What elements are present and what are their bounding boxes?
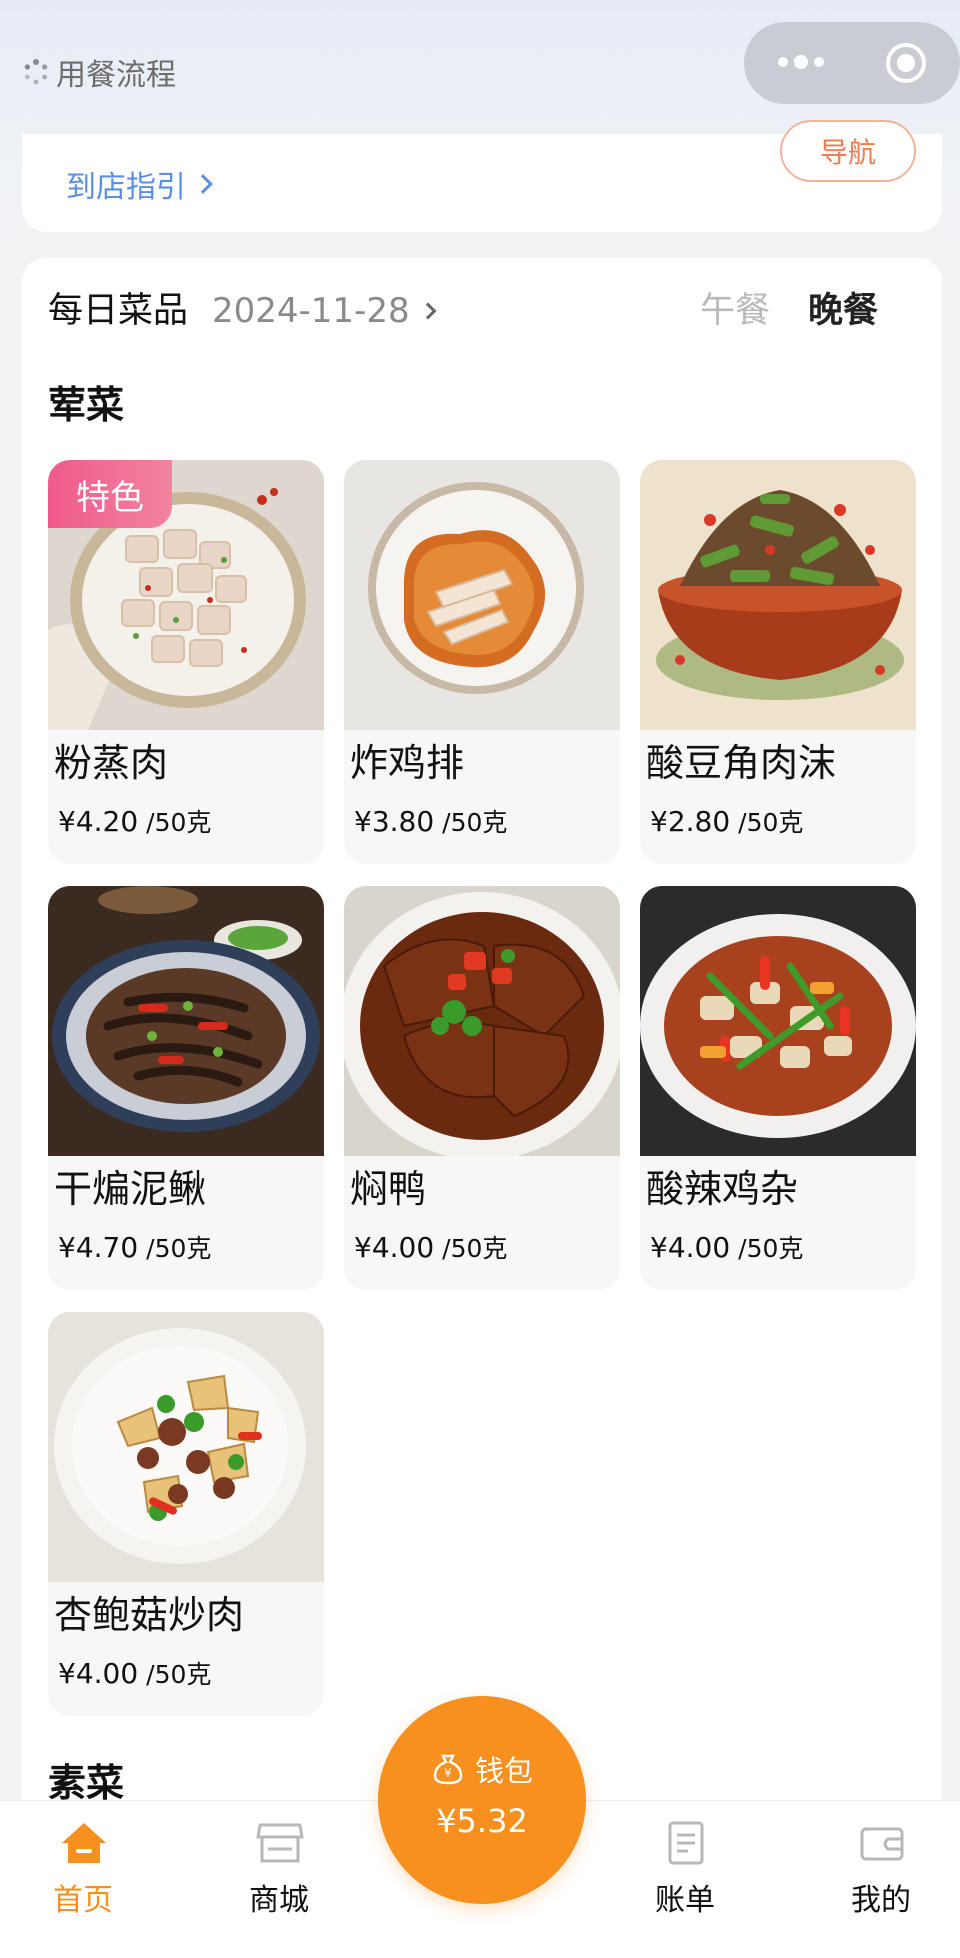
price-unit: /50克 bbox=[442, 808, 508, 837]
dish-image bbox=[640, 886, 916, 1156]
wallet-icon bbox=[856, 1817, 908, 1869]
dish-name: 酸辣鸡杂 bbox=[646, 1167, 799, 1211]
tab-lunch[interactable]: 午餐 bbox=[700, 286, 770, 336]
dish-card[interactable]: 干煸泥鳅 ¥4.70/50克 bbox=[48, 886, 324, 1290]
price-value: ¥2.80 bbox=[650, 805, 731, 838]
menu-date: 2024-11-28 bbox=[212, 291, 410, 331]
store-guide-label: 到店指引 bbox=[66, 170, 186, 205]
meal-tabs: 午餐 晚餐 bbox=[700, 286, 878, 336]
close-target-icon[interactable] bbox=[886, 43, 926, 83]
dish-image bbox=[344, 460, 620, 730]
dish-card[interactable]: 酸辣鸡杂 ¥4.00/50克 bbox=[640, 886, 916, 1290]
tab-dinner[interactable]: 晚餐 bbox=[808, 286, 878, 336]
spinner-icon bbox=[24, 59, 48, 85]
price-unit: /50克 bbox=[738, 1234, 804, 1263]
dish-price: ¥4.20/50克 bbox=[58, 802, 211, 843]
store-icon bbox=[254, 1817, 306, 1869]
date-picker[interactable]: 2024-11-28 bbox=[212, 286, 437, 336]
dish-price: ¥3.80/50克 bbox=[354, 802, 507, 843]
price-unit: /50克 bbox=[442, 1234, 508, 1263]
wallet-button[interactable]: ¥ 钱包 ¥5.32 bbox=[378, 1696, 586, 1904]
dish-name: 炸鸡排 bbox=[350, 741, 465, 785]
wallet-label: 钱包 bbox=[474, 1754, 533, 1788]
chevron-right-icon bbox=[193, 174, 213, 194]
menu-title: 每日菜品 bbox=[48, 291, 189, 331]
svg-text:¥: ¥ bbox=[444, 1766, 452, 1780]
price-unit: /50克 bbox=[146, 1234, 212, 1263]
money-bag-icon: ¥ bbox=[433, 1754, 463, 1785]
dish-price: ¥2.80/50克 bbox=[650, 802, 803, 843]
tab-bill-label: 账单 bbox=[655, 1883, 715, 1918]
page-title: 用餐流程 bbox=[56, 58, 176, 93]
price-unit: /50克 bbox=[146, 808, 212, 837]
dish-card[interactable]: 酸豆角肉沫 ¥2.80/50克 bbox=[640, 460, 916, 864]
tab-store-label: 商城 bbox=[249, 1883, 309, 1918]
price-value: ¥4.00 bbox=[354, 1231, 435, 1264]
price-value: ¥4.00 bbox=[650, 1231, 731, 1264]
dish-price: ¥4.70/50克 bbox=[58, 1228, 211, 1269]
dish-name: 干煸泥鳅 bbox=[54, 1167, 207, 1211]
menu-header: 每日菜品 2024-11-28 午餐 晚餐 bbox=[48, 286, 908, 336]
more-icon[interactable] bbox=[778, 55, 824, 69]
dish-image bbox=[48, 1312, 324, 1582]
miniprogram-capsule bbox=[744, 22, 960, 104]
wallet-label-row: ¥ 钱包 bbox=[378, 1748, 586, 1790]
price-value: ¥4.00 bbox=[58, 1657, 139, 1690]
dish-name: 酸豆角肉沫 bbox=[646, 741, 837, 785]
navigate-button[interactable]: 导航 bbox=[780, 120, 916, 182]
tab-store[interactable]: 商城 bbox=[214, 1801, 344, 1958]
tab-mine-label: 我的 bbox=[851, 1883, 911, 1918]
top-bar: 用餐流程 bbox=[0, 0, 960, 134]
dish-price: ¥4.00/50克 bbox=[650, 1228, 803, 1269]
dish-price: ¥4.00/50克 bbox=[58, 1654, 211, 1695]
price-unit: /50克 bbox=[738, 808, 804, 837]
tab-home-label: 首页 bbox=[53, 1883, 113, 1918]
price-value: ¥3.80 bbox=[354, 805, 435, 838]
dish-card[interactable]: 焖鸭 ¥4.00/50克 bbox=[344, 886, 620, 1290]
special-badge: 特色 bbox=[48, 460, 172, 528]
store-guide-link[interactable]: 到店指引 bbox=[66, 162, 213, 206]
dish-card[interactable]: 特色 粉蒸肉 ¥4.20/50克 bbox=[48, 460, 324, 864]
tab-mine[interactable]: 我的 bbox=[816, 1801, 946, 1958]
bill-icon bbox=[660, 1817, 712, 1869]
dish-image bbox=[48, 886, 324, 1156]
wallet-amount: ¥5.32 bbox=[436, 1802, 528, 1840]
dish-name: 粉蒸肉 bbox=[54, 741, 169, 785]
price-unit: /50克 bbox=[146, 1660, 212, 1689]
price-value: ¥4.20 bbox=[58, 805, 139, 838]
dish-card[interactable]: 杏鲍菇炒肉 ¥4.00/50克 bbox=[48, 1312, 324, 1716]
dish-image bbox=[344, 886, 620, 1156]
dining-process-link[interactable]: 用餐流程 bbox=[22, 50, 176, 94]
tab-bill[interactable]: 账单 bbox=[620, 1801, 750, 1958]
dish-image bbox=[640, 460, 916, 730]
home-icon bbox=[58, 1817, 110, 1869]
dish-card[interactable]: 炸鸡排 ¥3.80/50克 bbox=[344, 460, 620, 864]
tab-home[interactable]: 首页 bbox=[18, 1801, 148, 1958]
dish-name: 杏鲍菇炒肉 bbox=[54, 1593, 245, 1637]
section-title-meat: 荤菜 bbox=[48, 383, 125, 427]
chevron-right-icon bbox=[419, 302, 437, 320]
dish-price: ¥4.00/50克 bbox=[354, 1228, 507, 1269]
dish-name: 焖鸭 bbox=[350, 1167, 427, 1211]
price-value: ¥4.70 bbox=[58, 1231, 139, 1264]
